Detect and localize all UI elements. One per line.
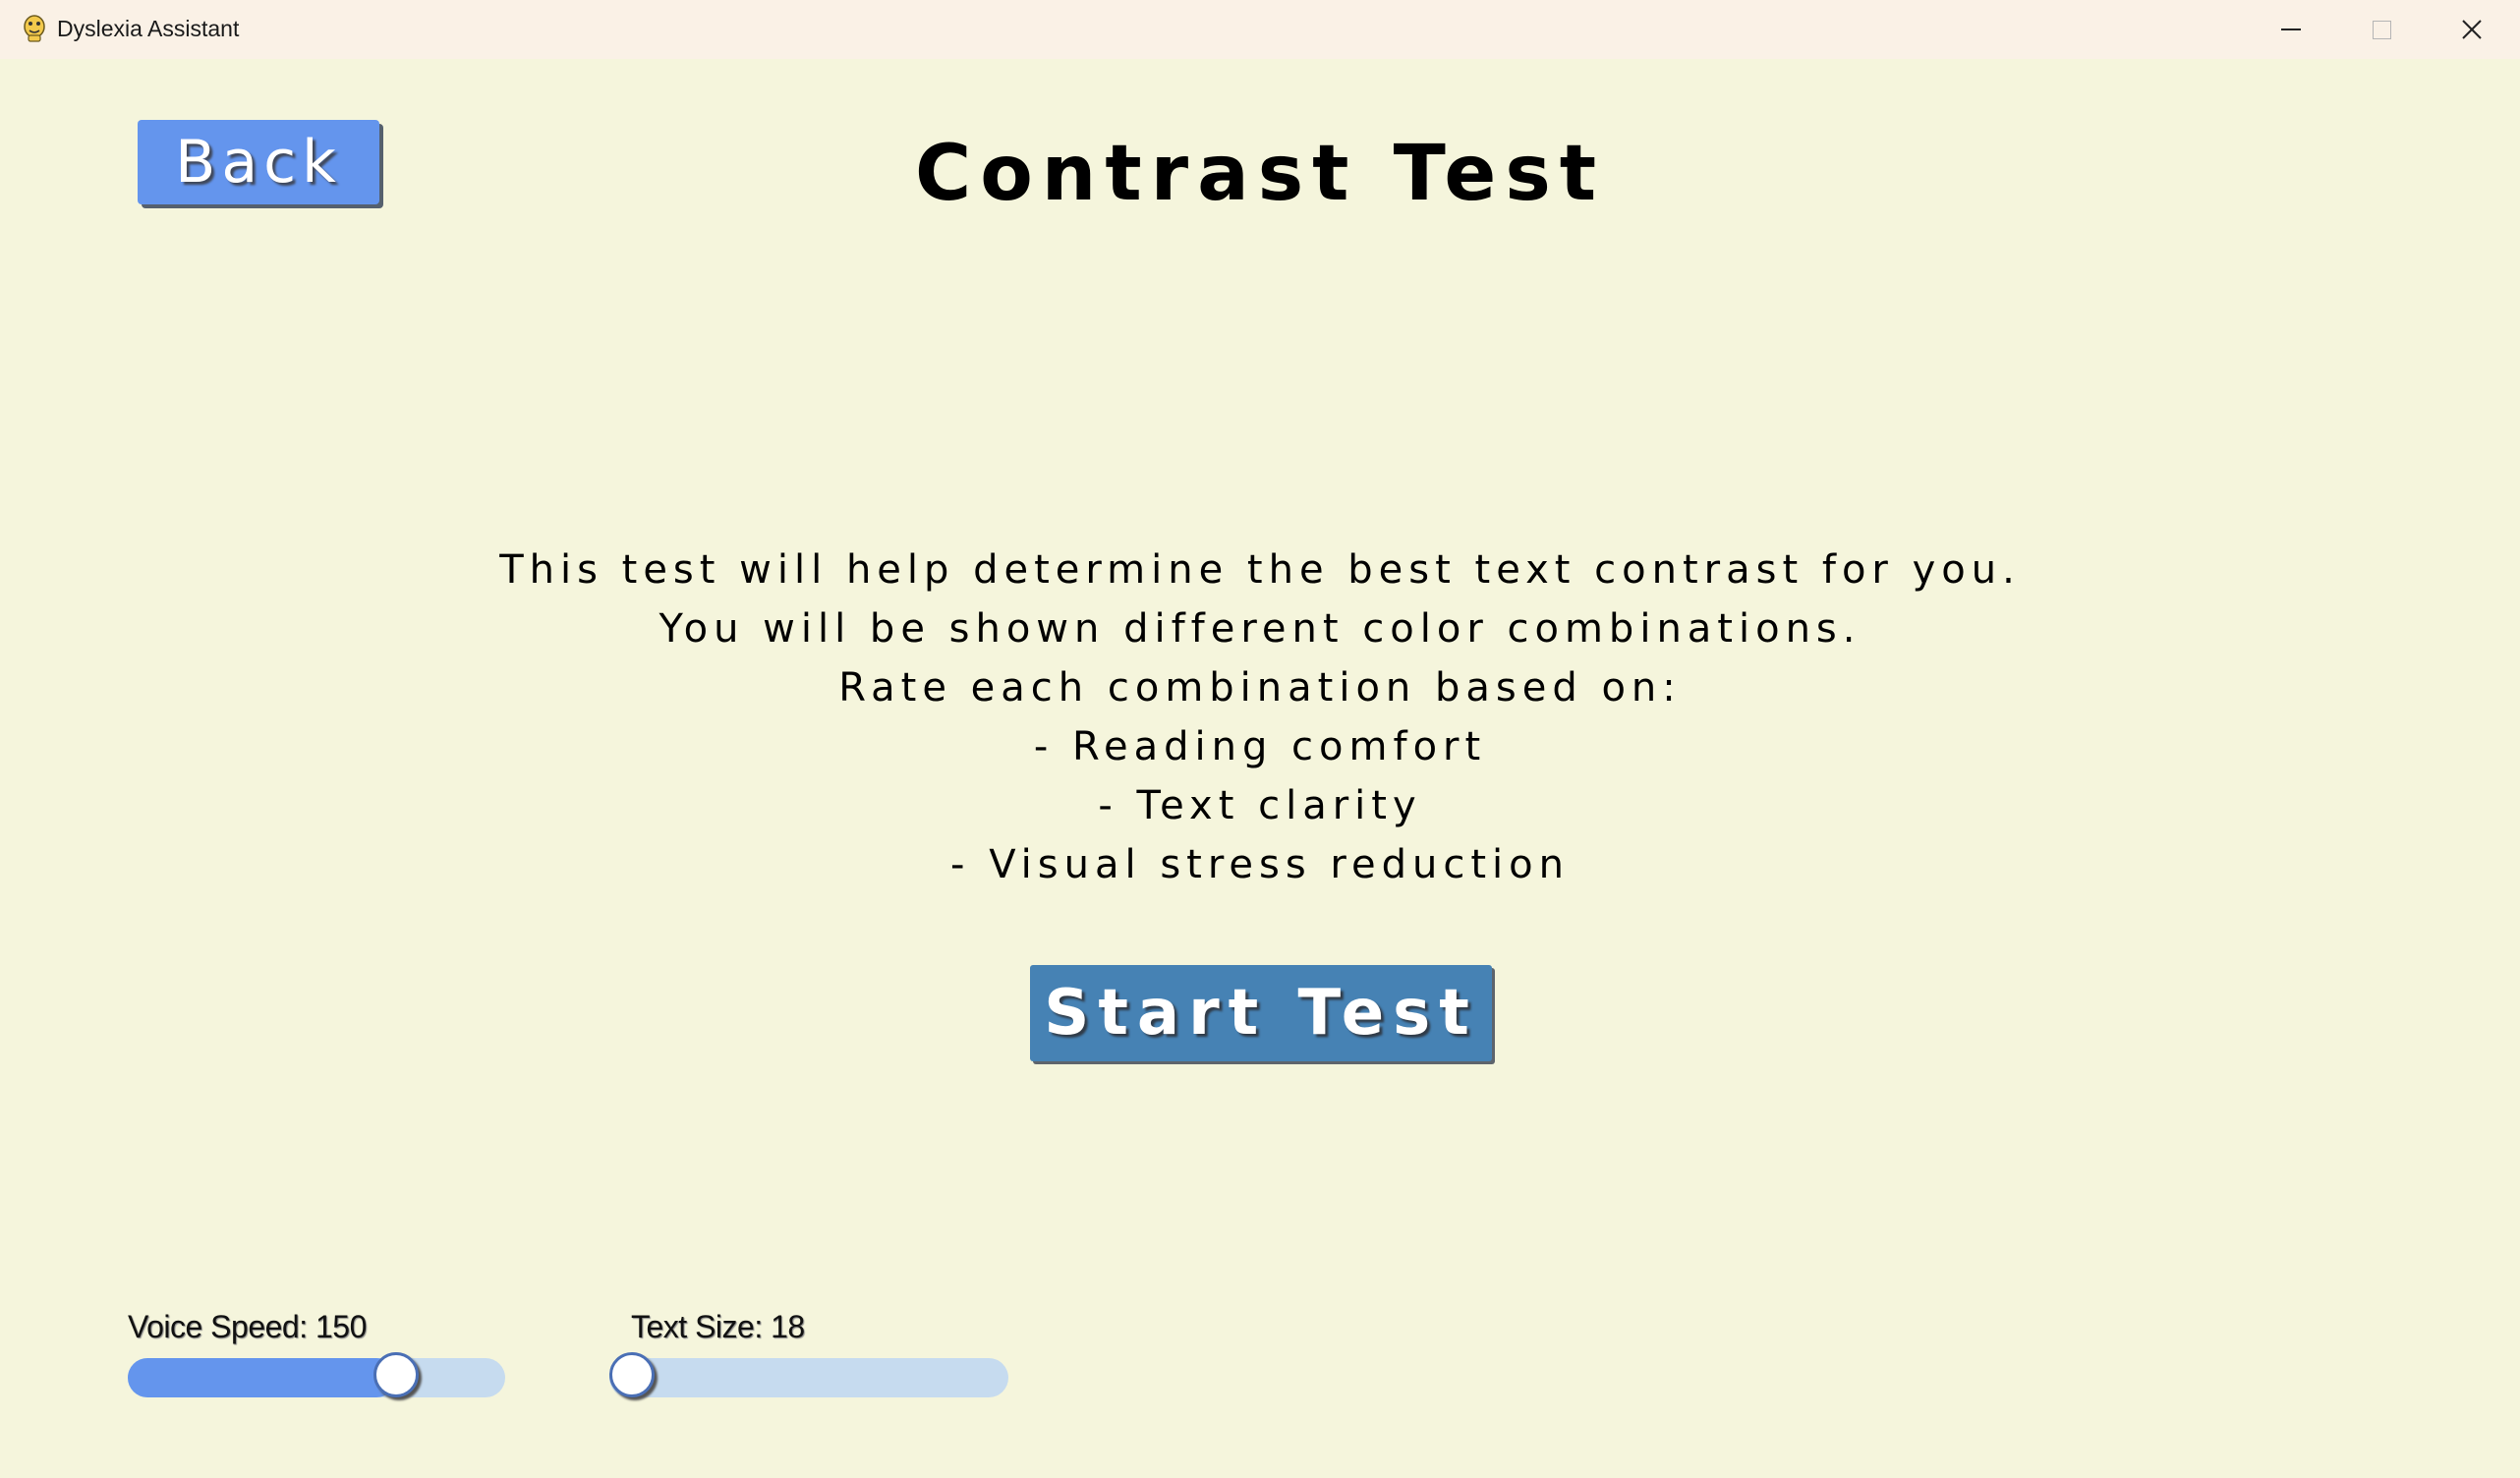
text-size-slider[interactable] [609, 1352, 1008, 1397]
voice-speed-fill [128, 1358, 397, 1397]
instruction-line: Rate each combination based on: [838, 665, 1682, 711]
python-snake-icon [24, 15, 45, 42]
main-content: Back Contrast Test This test will help d… [0, 59, 2520, 1478]
voice-speed-slider[interactable] [128, 1352, 505, 1397]
title-bar: Dyslexia Assistant [0, 0, 2520, 59]
voice-speed-label: Voice Speed: 150 [128, 1309, 367, 1344]
page-title: Contrast Test [914, 130, 1606, 218]
text-size-label: Text Size: 18 [631, 1309, 805, 1344]
start-test-button[interactable]: Start Test [1030, 965, 1492, 1061]
minimize-icon [2281, 28, 2301, 30]
maximize-icon [2372, 20, 2391, 39]
instructions-text: This test will help determine the best t… [0, 540, 2520, 894]
instruction-line: This test will help determine the best t… [499, 547, 2021, 593]
text-size-thumb[interactable] [609, 1352, 655, 1397]
window-title: Dyslexia Assistant [57, 16, 240, 41]
minimize-button[interactable] [2247, 0, 2335, 59]
instruction-line: - Text clarity [1098, 783, 1422, 828]
instruction-line: - Reading comfort [1033, 724, 1487, 769]
maximize-button[interactable] [2337, 0, 2426, 59]
instruction-line: - Visual stress reduction [950, 842, 1570, 887]
instruction-line: You will be shown different color combin… [659, 606, 1861, 652]
close-button[interactable] [2428, 0, 2516, 59]
voice-speed-thumb[interactable] [373, 1352, 420, 1397]
close-icon [2462, 20, 2482, 39]
